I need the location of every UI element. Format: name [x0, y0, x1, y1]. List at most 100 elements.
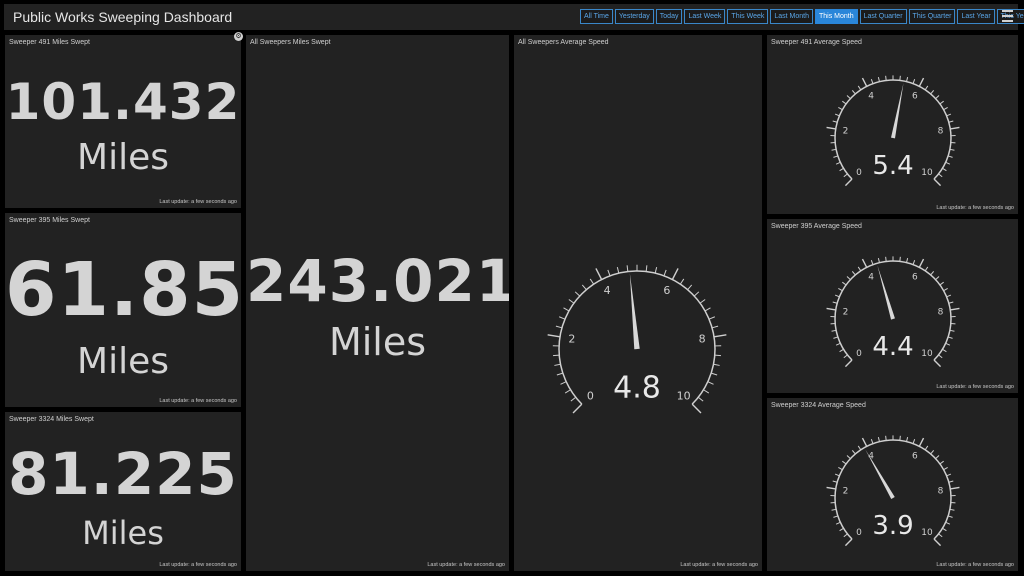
settings-icon[interactable]: ⚙	[234, 32, 243, 41]
last-update: Last update: a few seconds ago	[680, 562, 758, 568]
gauge-minor-tick	[948, 155, 953, 158]
gauge-minor-tick	[713, 363, 720, 366]
gauge-minor-tick	[832, 480, 838, 483]
gauge-needle	[629, 273, 640, 350]
gauge-minor-tick	[679, 278, 685, 285]
panel-sweeper-491-miles: Sweeper 491 Miles Swept 101.432 Miles La…	[5, 35, 241, 208]
gauge-minor-tick	[899, 435, 901, 441]
gauge-tick-label: 10	[921, 349, 933, 359]
gauge-major-tick	[933, 538, 942, 547]
gauge-minor-tick	[554, 363, 561, 366]
gauge-minor-tick	[834, 473, 840, 477]
gauge-tick-label: 2	[843, 127, 849, 137]
gauge-minor-tick	[924, 85, 929, 91]
gauge-minor-tick	[943, 287, 948, 292]
gauge-minor-tick	[839, 527, 844, 532]
gauge-minor-tick	[939, 100, 944, 105]
gauge-minor-tick	[899, 75, 901, 81]
last-update: Last update: a few seconds ago	[159, 398, 237, 404]
gauge-tick-label: 8	[938, 127, 944, 137]
gauge-tick-label: 8	[699, 333, 706, 346]
miles-value: 243.021	[246, 247, 509, 315]
filter-today[interactable]: Today	[655, 9, 683, 24]
gauge-minor-tick	[942, 527, 947, 532]
hamburger-menu-icon[interactable]	[1002, 10, 1018, 24]
gauge-minor-tick	[935, 95, 940, 99]
gauge-minor-tick	[948, 515, 953, 518]
gauge-minor-tick	[942, 348, 947, 353]
gauge-major-tick	[861, 258, 868, 268]
gauge-minor-tick	[645, 265, 648, 272]
gauge-minor-tick	[589, 278, 595, 285]
gauge-tick-label: 6	[912, 272, 918, 282]
gauge-minor-tick	[935, 455, 940, 459]
gauge-tick-label: 2	[568, 333, 575, 346]
gauge-tick-label: 0	[587, 389, 594, 402]
gauge-minor-tick	[711, 325, 719, 329]
gauge-minor-tick	[568, 299, 575, 304]
gauge-minor-tick	[699, 299, 706, 304]
last-update: Last update: a few seconds ago	[936, 562, 1014, 568]
gauge-minor-tick	[857, 85, 862, 91]
gauge-tick-label: 6	[912, 451, 918, 461]
filter-last-quarter[interactable]: Last Quarter	[859, 9, 907, 24]
gauge-minor-tick	[654, 266, 658, 274]
gauge-tick-label: 4	[868, 272, 874, 282]
gauge-major-tick	[826, 486, 836, 490]
gauge-minor-tick	[885, 75, 887, 81]
gauge-minor-tick	[935, 276, 940, 280]
gauge-minor-tick	[833, 515, 838, 518]
gauge-minor-tick	[943, 106, 948, 111]
filter-this-quarter[interactable]: This Quarter	[908, 9, 956, 24]
gauge-minor-tick	[663, 269, 667, 276]
gauge-major-tick	[950, 126, 960, 130]
dashboard-title: Public Works Sweeping Dashboard	[13, 9, 233, 25]
gauge-major-tick	[572, 403, 583, 414]
panel-sweeper-395-speed: Sweeper 395 Average Speed 0 2 4 6 8 10 4.4 Las…	[767, 219, 1018, 393]
gauge-minor-tick	[899, 256, 901, 262]
miles-unit: Miles	[328, 320, 427, 364]
filter-yesterday[interactable]: Yesterday	[614, 9, 654, 24]
speed-gauge: 0 2 4 6 8 10 5.4	[826, 75, 960, 187]
gauge-minor-tick	[704, 307, 711, 312]
gauge-major-tick	[861, 437, 868, 447]
gauge-minor-tick	[570, 396, 577, 402]
gauge-minor-tick	[945, 161, 951, 165]
gauge-minor-tick	[948, 480, 954, 483]
panel-title: Sweeper 3324 Miles Swept	[9, 416, 94, 423]
miles-unit: Miles	[82, 514, 164, 552]
gauge-major-tick	[844, 178, 853, 187]
gauge-major-tick	[713, 334, 727, 338]
gauge-minor-tick	[924, 445, 929, 451]
panel-sweeper-491-speed: Sweeper 491 Average Speed 0 2 4 6 8 10 5.4 Las…	[767, 35, 1018, 214]
gauge-minor-tick	[924, 266, 929, 272]
gauge-minor-tick	[834, 113, 840, 117]
panel-all-sweepers-miles: All Sweepers Miles Swept 243.021 Miles L…	[246, 35, 509, 571]
gauge-minor-tick	[838, 106, 843, 111]
gauge-minor-tick	[838, 287, 843, 292]
speed-gauge: 024 68103.9	[826, 435, 960, 547]
filter-all-time[interactable]: All Time	[580, 9, 613, 24]
gauge-tick-label: 6	[912, 91, 918, 101]
filter-last-week[interactable]: Last Week	[684, 9, 726, 24]
last-update: Last update: a few seconds ago	[159, 562, 237, 568]
miles-value: 101.432	[5, 73, 241, 131]
filter-last-year[interactable]: Last Year	[957, 9, 995, 24]
last-update: Last update: a few seconds ago	[936, 384, 1014, 390]
gauge-minor-tick	[948, 301, 954, 304]
filter-this-month[interactable]: This Month	[815, 9, 858, 24]
gauge-minor-tick	[693, 291, 700, 297]
gauge-minor-tick	[708, 316, 716, 320]
gauge-minor-tick	[556, 372, 563, 376]
gauge-minor-tick	[832, 301, 838, 304]
gauge-minor-tick	[711, 372, 718, 376]
speed-gauge: 0 2 4 6 8 10 4.8	[547, 264, 727, 414]
gauge-minor-tick	[938, 533, 943, 538]
gauge-value: 5.4	[872, 151, 913, 181]
gauge-tick-label: 4	[868, 91, 874, 101]
gauge-minor-tick	[945, 342, 951, 346]
gauge-minor-tick	[833, 155, 838, 158]
filter-last-month[interactable]: Last Month	[770, 9, 813, 24]
filter-this-week[interactable]: This Week	[727, 9, 769, 24]
gauge-minor-tick	[626, 265, 629, 272]
